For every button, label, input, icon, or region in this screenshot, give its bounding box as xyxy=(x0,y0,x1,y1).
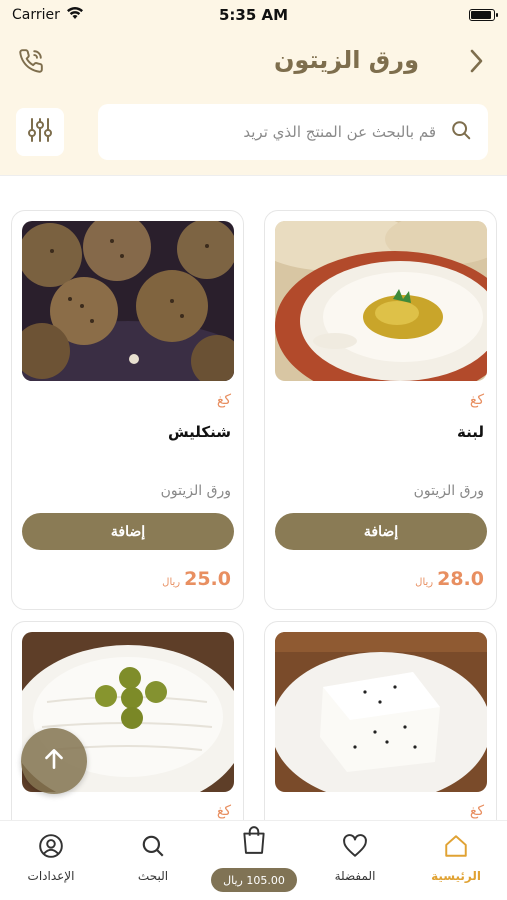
product-card[interactable]: كغ شنكليش ورق الزيتون إضافة ريال 25.0 xyxy=(11,210,244,610)
nav-label-home: الرئيسية xyxy=(431,869,481,883)
product-unit: كغ xyxy=(216,803,231,819)
product-unit: كغ xyxy=(216,392,231,408)
product-unit: كغ xyxy=(469,803,484,819)
page-title: ورق الزيتون xyxy=(273,46,419,74)
home-icon xyxy=(443,833,469,863)
product-grid: كغ لبنة ورق الزيتون إضافة ريال 28.0 كغ ش… xyxy=(0,210,507,820)
price-value: 25.0 xyxy=(184,568,231,590)
search-icon xyxy=(140,833,166,863)
header-divider xyxy=(0,175,507,176)
nav-item-settings[interactable]: الإعدادات xyxy=(6,833,96,883)
product-price: ريال 25.0 xyxy=(162,568,231,590)
filter-button[interactable] xyxy=(16,108,64,156)
product-image xyxy=(275,221,487,381)
product-name: شنكليش xyxy=(167,423,231,441)
product-card[interactable]: كغ xyxy=(264,621,497,820)
back-chevron-icon[interactable] xyxy=(459,44,493,78)
user-icon xyxy=(38,833,64,863)
scroll-to-top-button[interactable] xyxy=(21,728,87,794)
arrow-up-icon xyxy=(41,746,67,776)
battery-icon xyxy=(469,9,498,21)
product-vendor: ورق الزيتون xyxy=(413,483,484,499)
price-currency: ريال xyxy=(415,577,434,588)
nav-label-settings: الإعدادات xyxy=(27,869,75,883)
header: ورق الزيتون قم بالبحث عن المنتج الذي تري… xyxy=(0,30,507,175)
nav-item-search[interactable]: البحث xyxy=(108,833,198,883)
phone-icon[interactable] xyxy=(14,44,48,78)
heart-icon xyxy=(342,833,368,863)
carrier-group: Carrier xyxy=(12,6,84,24)
product-card[interactable]: كغ لبنة ورق الزيتون إضافة ريال 28.0 xyxy=(264,210,497,610)
add-to-cart-button[interactable]: إضافة xyxy=(275,513,487,550)
bag-icon xyxy=(241,825,267,859)
carrier-label: Carrier xyxy=(12,7,60,23)
cart-total-badge[interactable]: 105.00 ريال xyxy=(211,868,297,892)
price-value: 28.0 xyxy=(437,568,484,590)
price-currency: ريال xyxy=(162,577,181,588)
add-to-cart-button[interactable]: إضافة xyxy=(22,513,234,550)
product-price: ريال 28.0 xyxy=(415,568,484,590)
nav-item-favorites[interactable]: المفضلة xyxy=(310,833,400,883)
product-image xyxy=(275,632,487,792)
bottom-nav: الإعدادات البحث 105.00 ريال المفضلة الرئ… xyxy=(0,820,507,900)
nav-label-favorites: المفضلة xyxy=(334,869,376,883)
search-placeholder: قم بالبحث عن المنتج الذي تريد xyxy=(243,123,436,141)
product-unit: كغ xyxy=(469,392,484,408)
nav-item-home[interactable]: الرئيسية xyxy=(411,833,501,883)
search-input[interactable]: قم بالبحث عن المنتج الذي تريد xyxy=(98,104,488,160)
product-name: لبنة xyxy=(457,423,484,441)
wifi-icon xyxy=(66,6,84,24)
nav-item-cart[interactable] xyxy=(209,825,299,859)
nav-label-search: البحث xyxy=(137,869,169,883)
filter-icon xyxy=(26,116,54,148)
status-bar: Carrier 5:35 AM xyxy=(0,0,507,30)
product-vendor: ورق الزيتون xyxy=(160,483,231,499)
product-image xyxy=(22,221,234,381)
search-icon xyxy=(450,119,472,145)
